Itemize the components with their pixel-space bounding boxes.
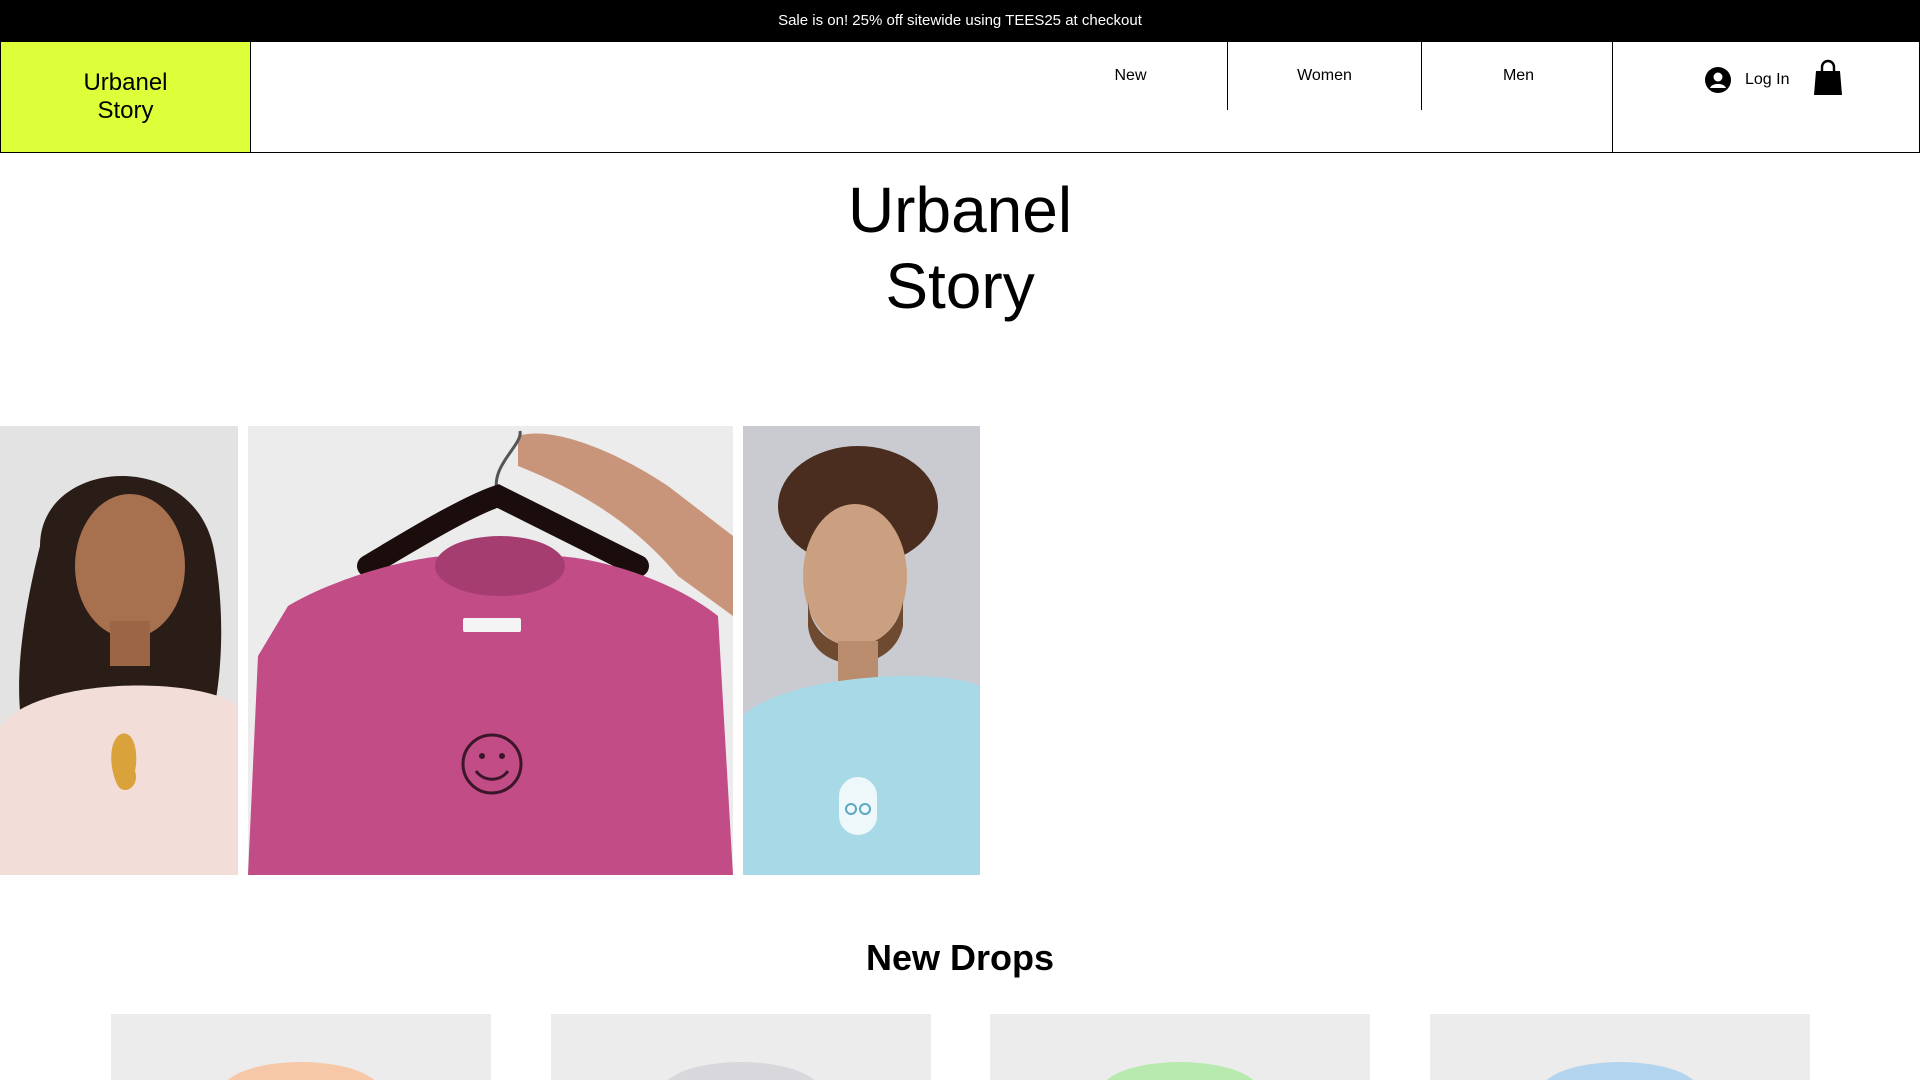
announcement-banner: Sale is on! 25% off sitewide using TEES2… [0, 0, 1920, 41]
product-card[interactable] [551, 1014, 931, 1080]
product-image [1100, 1062, 1260, 1080]
nav-item-women[interactable]: Women [1228, 42, 1421, 110]
login-button[interactable]: Log In [1705, 63, 1789, 97]
product-card[interactable] [111, 1014, 491, 1080]
site-header: Urbanel Story New Women Men Log In [0, 41, 1920, 153]
nav-item-label: Men [1502, 67, 1535, 84]
pink-smiley-tee-on-hanger-photo[interactable] [248, 426, 733, 875]
hero-title: Urbanel Story [660, 172, 1260, 324]
nav-item-men[interactable]: Men [1422, 42, 1615, 110]
main-nav: New Women Men [1034, 42, 1615, 110]
hero-title-line-1: Urbanel [847, 174, 1073, 246]
nav-item-new[interactable]: New [1034, 42, 1227, 110]
user-avatar-icon [1705, 67, 1731, 93]
announcement-text: Sale is on! 25% off sitewide using TEES2… [778, 12, 1142, 29]
woman-pink-leopard-tee-photo[interactable] [0, 426, 238, 875]
nav-item-label: New [1114, 67, 1147, 84]
logo-line-1: Urbanel [83, 69, 168, 96]
product-image [1540, 1062, 1700, 1080]
product-card[interactable] [1430, 1014, 1810, 1080]
hero-title-line-2: Story [885, 250, 1035, 322]
nav-item-label: Women [1297, 67, 1352, 84]
shopping-bag-icon[interactable] [1812, 59, 1844, 97]
login-label: Log In [1745, 71, 1790, 88]
man-blue-bike-tee-photo[interactable] [743, 426, 980, 875]
product-image [221, 1062, 381, 1080]
site-logo[interactable]: Urbanel Story [0, 41, 251, 153]
product-image [661, 1062, 821, 1080]
header-right-panel [1612, 41, 1920, 153]
logo-line-2: Story [97, 97, 154, 124]
new-drops-title: New Drops [865, 937, 1055, 978]
product-card[interactable] [990, 1014, 1370, 1080]
